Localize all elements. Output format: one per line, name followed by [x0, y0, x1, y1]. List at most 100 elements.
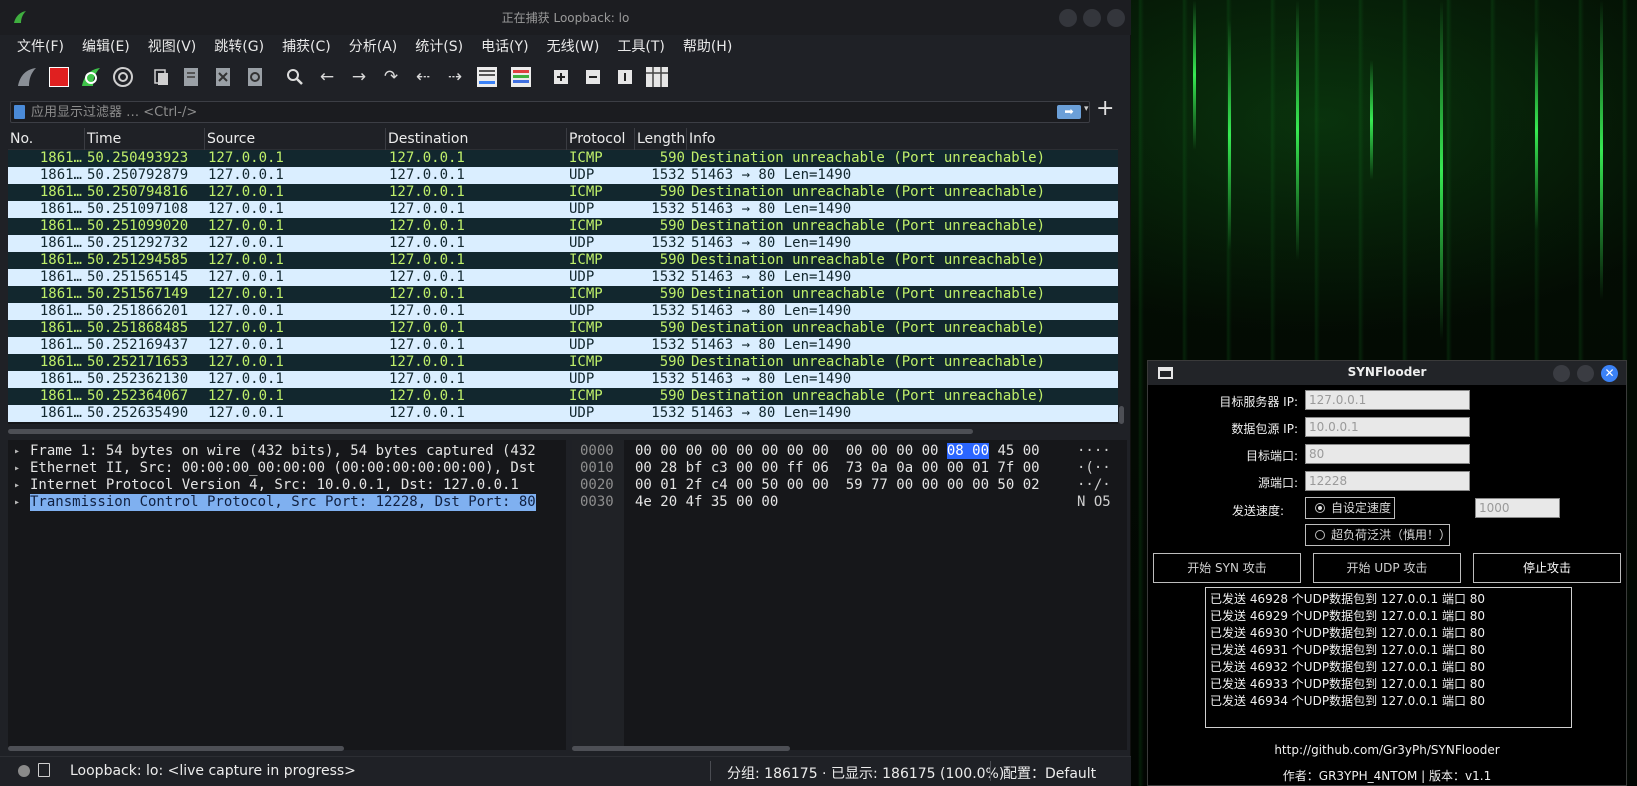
packet-row[interactable]: 1861… 50.252171653 127.0.0.1 127.0.0.1 ICMP 5… [8, 354, 1118, 371]
detail-tree-node[interactable]: ▸ Transmission Control Protocol, Src Port… [8, 494, 566, 511]
hex-ascii[interactable]: ···· [1077, 443, 1111, 460]
column-header-info[interactable]: Info [687, 128, 1118, 150]
window-titlebar[interactable]: 正在捕获 Loopback: lo [0, 0, 1131, 35]
profile-text[interactable]: 配置：Default [1003, 763, 1096, 783]
display-filter-input[interactable] [31, 103, 1041, 121]
custom-speed-field[interactable] [1475, 498, 1560, 518]
open-file-icon[interactable] [148, 64, 174, 90]
hex-bytes[interactable]: 4e 20 4f 35 00 00 [635, 494, 778, 511]
reload-file-icon[interactable] [242, 64, 268, 90]
filter-history-dropdown-icon[interactable]: ▾ [1084, 104, 1089, 114]
expand-arrow-icon[interactable]: ▸ [14, 443, 20, 460]
detail-tree-node[interactable]: ▸ Frame 1: 54 bytes on wire (432 bits), 5… [8, 443, 566, 460]
menu-capture[interactable]: 捕获(C) [273, 35, 340, 59]
minimize-button[interactable] [1059, 9, 1077, 27]
packet-row[interactable]: 1861… 50.250493923 127.0.0.1 127.0.0.1 ICMP 5… [8, 150, 1118, 167]
column-header-destination[interactable]: Destination [386, 128, 567, 150]
packet-row[interactable]: 1861… 50.251294585 127.0.0.1 127.0.0.1 ICMP 5… [8, 252, 1118, 269]
source-port-field[interactable] [1305, 471, 1470, 491]
packet-row[interactable]: 1861… 50.251567149 127.0.0.1 127.0.0.1 ICMP 5… [8, 286, 1118, 303]
menu-view[interactable]: 视图(V) [139, 35, 206, 59]
packet-row[interactable]: 1861… 50.252635490 127.0.0.1 127.0.0.1 UDP 15… [8, 405, 1118, 422]
capture-options-gear-icon[interactable] [110, 64, 136, 90]
menu-edit[interactable]: 编辑(E) [73, 35, 139, 59]
synflooder-close-button[interactable]: ✕ [1601, 365, 1618, 382]
expand-arrow-icon[interactable]: ▸ [14, 494, 20, 511]
synflooder-minimize-button[interactable] [1553, 365, 1570, 382]
stop-attack-button[interactable]: 停止攻击 [1473, 553, 1621, 583]
packet-row[interactable]: 1861… 50.251866201 127.0.0.1 127.0.0.1 UDP 15… [8, 303, 1118, 320]
packet-row[interactable]: 1861… 50.251868485 127.0.0.1 127.0.0.1 ICMP 5… [8, 320, 1118, 337]
hex-ascii[interactable]: N O5 [1077, 494, 1111, 511]
close-button[interactable] [1107, 9, 1125, 27]
capture-comment-icon[interactable] [38, 763, 50, 777]
overload-flood-radio[interactable]: 超负荷泛洪（慎用！） [1305, 524, 1451, 546]
start-capture-fin-icon[interactable] [14, 64, 40, 90]
menu-tools[interactable]: 工具(T) [608, 35, 673, 59]
go-to-packet-icon[interactable]: ↷ [378, 64, 404, 90]
find-packet-icon[interactable] [282, 64, 308, 90]
packet-row[interactable]: 1861… 50.250792879 127.0.0.1 127.0.0.1 UDP 15… [8, 167, 1118, 184]
hex-bytes[interactable]: 00 01 2f c4 00 50 00 00 59 77 00 00 00 0… [635, 477, 1040, 494]
zoom-out-icon[interactable] [580, 64, 606, 90]
column-header-length[interactable]: Length [635, 128, 687, 150]
stop-capture-icon[interactable] [46, 64, 72, 90]
go-first-icon[interactable]: ⇠ [410, 64, 436, 90]
hex-bytes[interactable]: 00 28 bf c3 00 00 ff 06 73 0a 0a 00 00 0… [635, 460, 1040, 477]
resize-columns-icon[interactable] [644, 64, 670, 90]
go-back-icon[interactable]: ← [314, 64, 340, 90]
synflooder-maximize-button[interactable] [1577, 365, 1594, 382]
column-header-no[interactable]: No. [8, 128, 85, 150]
apply-filter-arrow-icon[interactable]: ➡ [1057, 105, 1081, 119]
hex-ascii[interactable]: ··/· [1077, 477, 1111, 494]
start-udp-attack-button[interactable]: 开始 UDP 攻击 [1313, 553, 1461, 583]
github-url[interactable]: http://github.com/Gr3yPh/SYNFlooder [1148, 743, 1626, 757]
menu-analyze[interactable]: 分析(A) [340, 35, 407, 59]
packet-row[interactable]: 1861… 50.252169437 127.0.0.1 127.0.0.1 UDP 15… [8, 337, 1118, 354]
packet-row[interactable]: 1861… 50.252364067 127.0.0.1 127.0.0.1 ICMP 5… [8, 388, 1118, 405]
colorize-icon[interactable] [508, 64, 534, 90]
maximize-button[interactable] [1083, 9, 1101, 27]
restart-capture-icon[interactable] [78, 64, 104, 90]
column-header-protocol[interactable]: Protocol [567, 128, 635, 150]
menu-telephony[interactable]: 电话(Y) [472, 35, 537, 59]
synflooder-titlebar[interactable]: SYNFlooder ✕ [1148, 361, 1626, 385]
target-ip-field[interactable] [1305, 390, 1470, 410]
bytes-horizontal-scrollbar[interactable] [572, 746, 790, 751]
packet-row[interactable]: 1861… 50.251099020 127.0.0.1 127.0.0.1 ICMP 5… [8, 218, 1118, 235]
detail-tree-node[interactable]: ▸ Ethernet II, Src: 00:00:00_00:00:00 (00… [8, 460, 566, 477]
menu-help[interactable]: 帮助(H) [674, 35, 741, 59]
autoscroll-icon[interactable] [474, 64, 500, 90]
go-forward-icon[interactable]: → [346, 64, 372, 90]
custom-speed-radio[interactable]: 自设定速度 [1305, 497, 1395, 519]
menu-file[interactable]: 文件(F) [8, 35, 73, 59]
start-syn-attack-button[interactable]: 开始 SYN 攻击 [1153, 553, 1301, 583]
normal-size-icon[interactable] [612, 64, 638, 90]
detail-tree-node[interactable]: ▸ Internet Protocol Version 4, Src: 10.0.… [8, 477, 566, 494]
column-header-time[interactable]: Time [85, 128, 205, 150]
add-filter-button-plus-icon[interactable]: + [1096, 96, 1114, 121]
packet-row[interactable]: 1861… 50.251565145 127.0.0.1 127.0.0.1 UDP 15… [8, 269, 1118, 286]
menu-go[interactable]: 跳转(G) [205, 35, 273, 59]
packet-row[interactable]: 1861… 50.251097108 127.0.0.1 127.0.0.1 UDP 15… [8, 201, 1118, 218]
column-header-source[interactable]: Source [205, 128, 386, 150]
packet-row[interactable]: 1861… 50.252362130 127.0.0.1 127.0.0.1 UDP 15… [8, 371, 1118, 388]
go-last-icon[interactable]: ⇢ [442, 64, 468, 90]
source-ip-field[interactable] [1305, 417, 1470, 437]
target-port-field[interactable] [1305, 444, 1470, 464]
packet-list-horizontal-scrollbar[interactable] [8, 429, 973, 434]
expand-arrow-icon[interactable]: ▸ [14, 477, 20, 494]
zoom-in-icon[interactable] [548, 64, 574, 90]
hex-ascii[interactable]: ·(·· [1077, 460, 1111, 477]
filter-bookmark-icon[interactable] [14, 105, 25, 119]
packet-row[interactable]: 1861… 50.251292732 127.0.0.1 127.0.0.1 UDP 15… [8, 235, 1118, 252]
expert-info-indicator-icon[interactable] [18, 765, 30, 777]
menu-wireless[interactable]: 无线(W) [538, 35, 609, 59]
packet-row[interactable]: 1861… 50.250794816 127.0.0.1 127.0.0.1 ICMP 5… [8, 184, 1118, 201]
hex-bytes[interactable]: 00 00 00 00 00 00 00 00 00 00 00 00 08 0… [635, 443, 1040, 460]
attack-log-box[interactable]: 已发送 46928 个UDP数据包到 127.0.0.1 端口 80 已发送 46… [1205, 587, 1572, 728]
menu-statistics[interactable]: 统计(S) [406, 35, 472, 59]
close-file-icon[interactable] [210, 64, 236, 90]
save-file-icon[interactable] [178, 64, 204, 90]
expand-arrow-icon[interactable]: ▸ [14, 460, 20, 477]
